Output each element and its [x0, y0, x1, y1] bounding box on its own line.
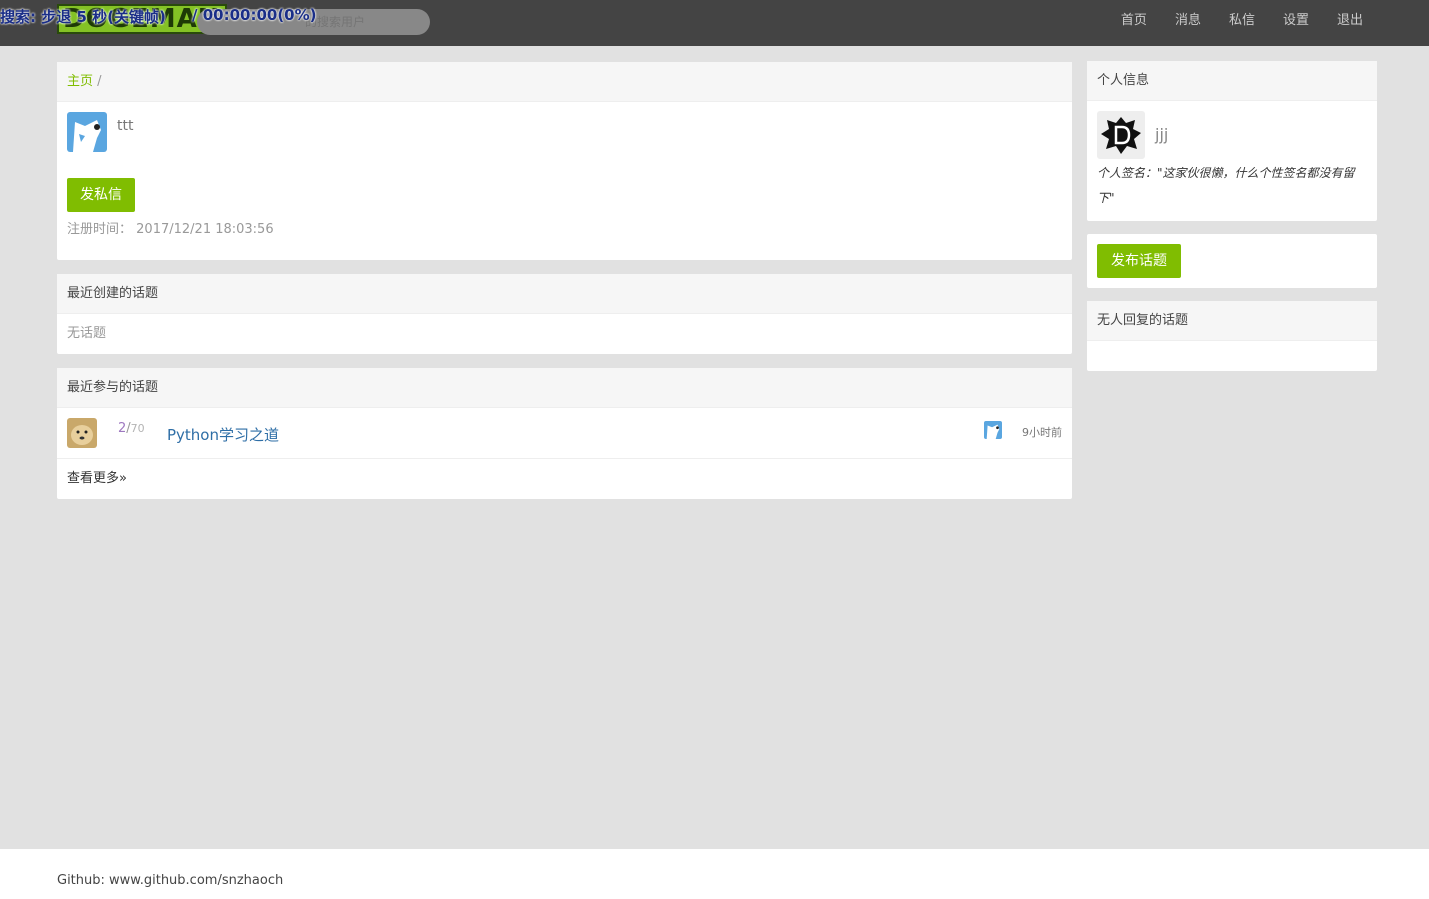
personal-info-header: 个人信息 — [1087, 61, 1377, 101]
no-reply-topics-panel: 无人回复的话题 — [1087, 301, 1377, 371]
recent-created-header: 最近创建的话题 — [57, 274, 1072, 314]
recent-joined-header: 最近参与的话题 — [57, 368, 1072, 408]
user-signature: 个人签名："这家伙很懒，什么个性签名都没有留下" — [1097, 166, 1355, 205]
topic-row: 2/70 Python学习之道 9小时前 — [57, 408, 1072, 459]
user-avatar[interactable] — [67, 112, 107, 152]
register-time-row: 注册时间： 2017/12/21 18:03:56 — [67, 218, 274, 237]
nav-messages[interactable]: 消息 — [1161, 0, 1215, 46]
sidebar-user-avatar[interactable] — [1097, 111, 1145, 159]
personal-info-panel: 个人信息 jjj 个人签名："这家伙很懒，什么个性签名都没有留下" — [1087, 61, 1377, 221]
topic-view-count: 70 — [130, 422, 145, 435]
top-navbar: DOGEMAN 搜索: 步退 5 秒(关键帧) / 00:00:00(0%) 首… — [0, 0, 1429, 46]
nav-logout[interactable]: 退出 — [1323, 0, 1377, 46]
post-topic-panel: 发布话题 — [1087, 234, 1377, 288]
player-overlay-label: 搜索: 步退 5 秒(关键帧) — [0, 6, 166, 27]
overlay-time: / 00:00:00(0%) — [192, 6, 317, 24]
dog-avatar-icon — [984, 421, 1002, 439]
no-reply-topics-header: 无人回复的话题 — [1087, 301, 1377, 341]
topic-counts: 2/70 — [118, 421, 145, 436]
topic-author-avatar[interactable] — [67, 418, 97, 448]
topic-title-link[interactable]: Python学习之道 — [167, 424, 279, 445]
register-time-value: 2017/12/21 18:03:56 — [136, 222, 274, 237]
breadcrumb-home[interactable]: 主页 — [67, 74, 93, 89]
dog-avatar-icon — [67, 112, 107, 152]
doge-avatar-icon — [67, 418, 97, 448]
view-more-link[interactable]: 查看更多» — [57, 459, 1072, 499]
footer: Github: www.github.com/snzhaoch — [0, 849, 1429, 899]
ink-splat-avatar-icon — [1097, 111, 1145, 159]
sidebar-username[interactable]: jjj — [1155, 125, 1168, 144]
overlay-step-text: 步退 5 秒(关键帧) — [41, 8, 166, 26]
nav-private-messages[interactable]: 私信 — [1215, 0, 1269, 46]
post-topic-button[interactable]: 发布话题 — [1097, 244, 1181, 278]
breadcrumb: 主页 / — [57, 62, 1072, 102]
empty-topics-text: 无话题 — [67, 326, 107, 341]
profile-username[interactable]: ttt — [117, 118, 133, 134]
nav-home[interactable]: 首页 — [1107, 0, 1161, 46]
breadcrumb-separator: / — [97, 74, 102, 89]
send-message-button[interactable]: 发私信 — [67, 178, 135, 212]
recent-joined-topics-panel: 最近参与的话题 2/70 Python学习之道 9小时前 查看更多» — [57, 368, 1072, 499]
nav-settings[interactable]: 设置 — [1269, 0, 1323, 46]
last-reply-avatar[interactable] — [984, 421, 1002, 439]
recent-created-topics-panel: 最近创建的话题 无话题 — [57, 274, 1072, 354]
overlay-search-label: 搜索: — [0, 8, 36, 26]
user-profile-panel: 主页 / ttt 发私信 注册时间： 2017/12/21 18:03:56 — [57, 62, 1072, 260]
register-time-label: 注册时间： — [67, 222, 133, 237]
nav-links: 首页 消息 私信 设置 退出 — [1107, 0, 1377, 46]
topic-last-reply-time: 9小时前 — [1022, 426, 1062, 439]
footer-github-text: Github: www.github.com/snzhaoch — [57, 873, 284, 888]
